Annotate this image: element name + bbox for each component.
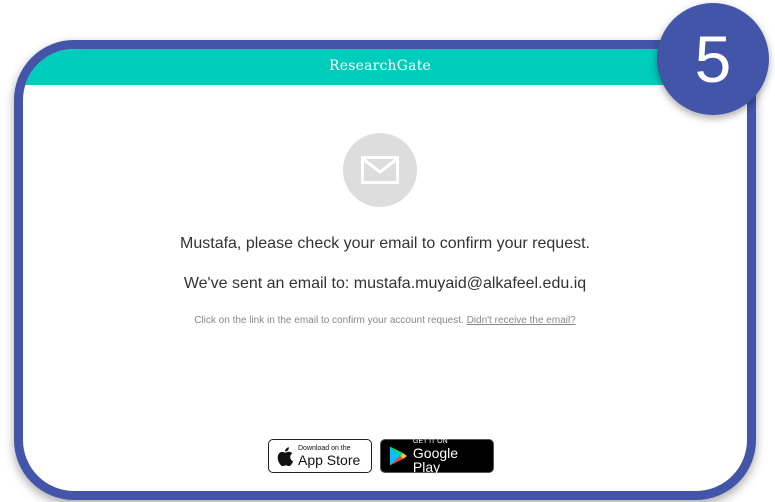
apple-icon: [277, 446, 293, 466]
step-number-badge: 5: [657, 3, 769, 115]
sent-to-prefix: We've sent an email to:: [183, 275, 354, 292]
resend-email-link[interactable]: Didn't receive the email?: [467, 315, 576, 326]
google-play-label: Google Play: [412, 445, 459, 475]
google-play-text: GET IT ON Google Play: [413, 438, 485, 474]
window-frame: ResearchGate Mustafa, please check your …: [14, 40, 756, 500]
app-store-badges: Download on the App Store GET IT ON Goog…: [23, 438, 747, 474]
instruction-text: Click on the link in the email to confir…: [194, 315, 464, 326]
email-address: mustafa.muyaid@alkafeel.edu.iq: [353, 275, 587, 292]
google-play-button[interactable]: GET IT ON Google Play: [380, 438, 494, 474]
page: ResearchGate Mustafa, please check your …: [0, 0, 775, 502]
app-store-small-label: Download on the: [298, 445, 351, 452]
app-store-button[interactable]: Download on the App Store: [268, 439, 372, 473]
instruction-message: Click on the link in the email to confir…: [23, 315, 747, 326]
mail-badge: [343, 133, 417, 207]
google-play-icon: [389, 446, 407, 466]
confirmation-content: Mustafa, please check your email to conf…: [23, 49, 747, 491]
sent-to-message: We've sent an email to: mustafa.muyaid@a…: [23, 275, 747, 293]
google-play-small-label: GET IT ON: [412, 438, 448, 445]
app-store-text: Download on the App Store: [298, 445, 360, 467]
confirm-request-message: Mustafa, please check your email to conf…: [180, 235, 590, 252]
envelope-icon: [361, 156, 399, 184]
app-store-label: App Store: [298, 452, 361, 468]
